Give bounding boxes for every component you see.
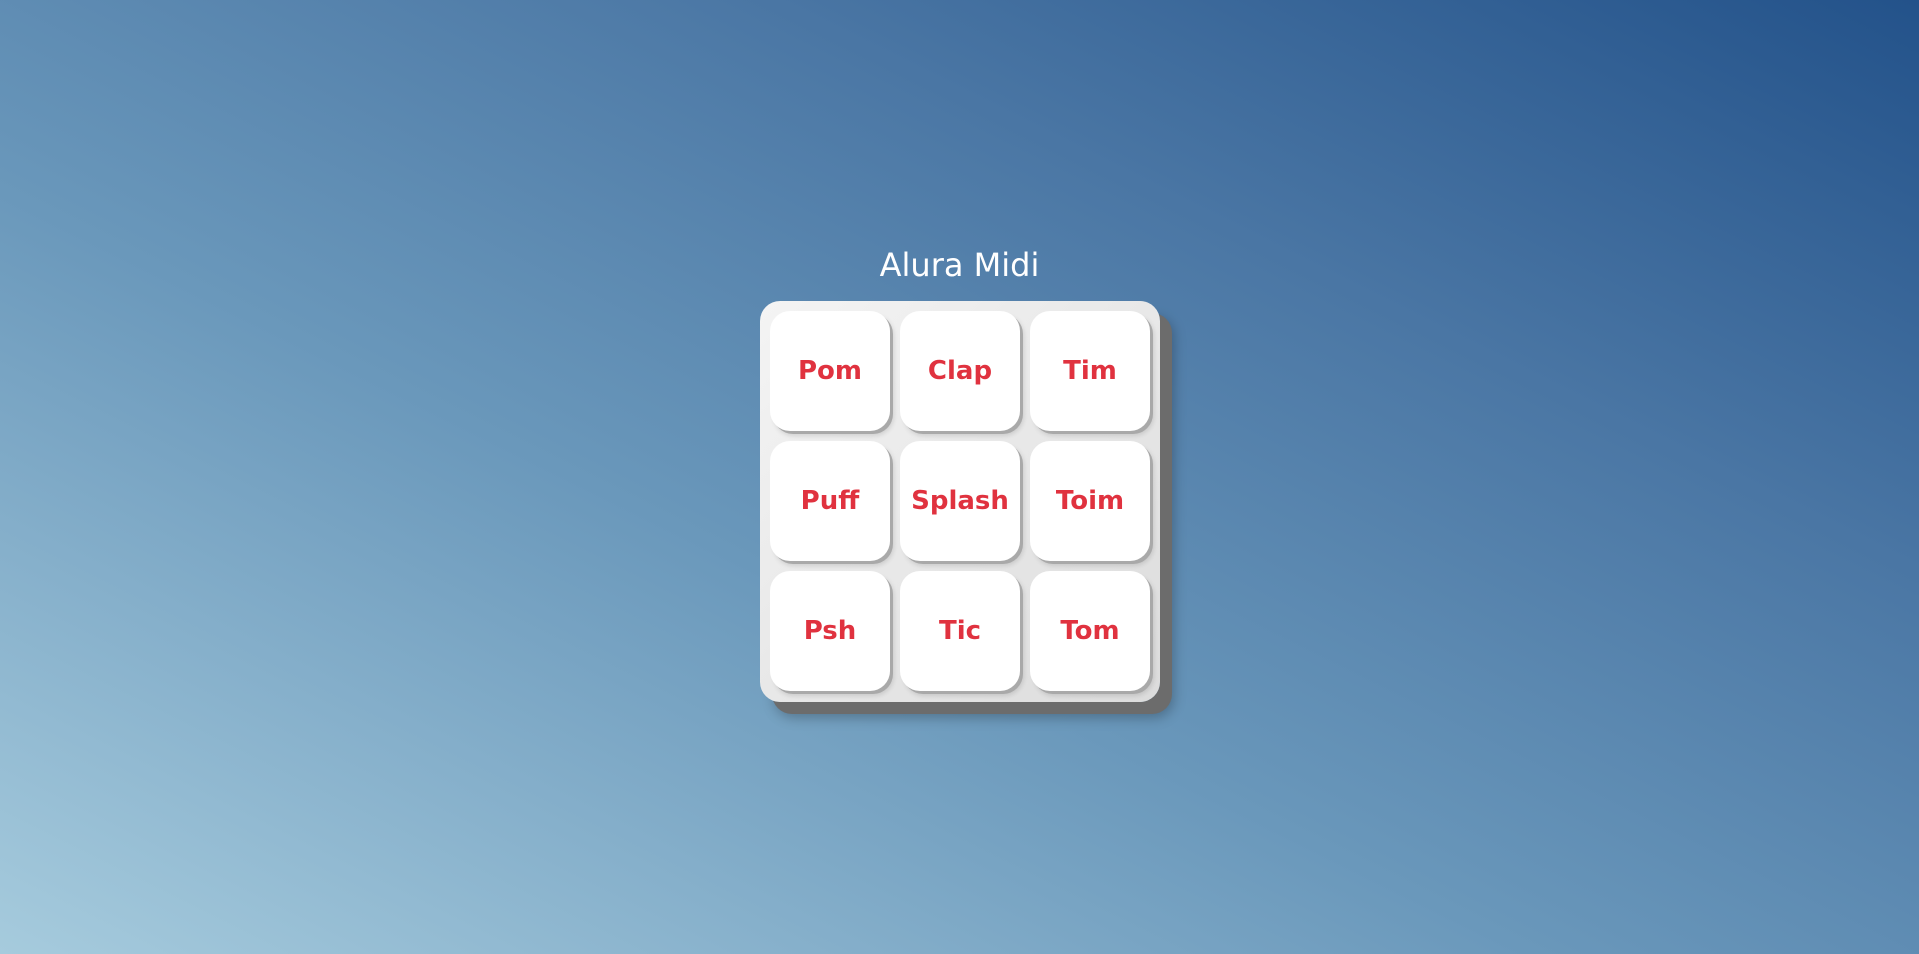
key-psh[interactable]: Psh [770,571,890,691]
key-clap[interactable]: Clap [900,311,1020,431]
page-title: Alura Midi [879,246,1040,284]
key-pom[interactable]: Pom [770,311,890,431]
key-tim[interactable]: Tim [1030,311,1150,431]
midi-keyboard: Pom Clap Tim Puff Splash Toim Psh Tic To… [760,301,1160,702]
key-puff[interactable]: Puff [770,441,890,561]
key-tom[interactable]: Tom [1030,571,1150,691]
key-splash[interactable]: Splash [900,441,1020,561]
key-tic[interactable]: Tic [900,571,1020,691]
key-toim[interactable]: Toim [1030,441,1150,561]
